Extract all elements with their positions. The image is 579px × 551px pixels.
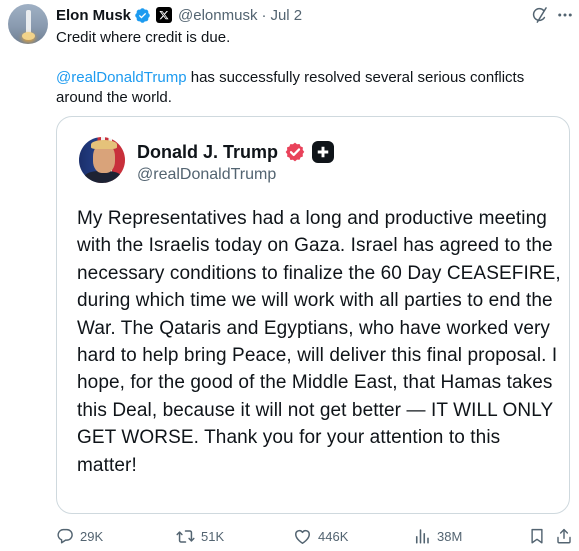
trump-avatar[interactable] xyxy=(79,137,125,183)
grok-icon[interactable] xyxy=(528,4,550,26)
action-bar: 29K 51K 446K 38M xyxy=(0,524,579,548)
tweet-date[interactable]: Jul 2 xyxy=(270,7,302,24)
quoted-author-handle[interactable]: @realDonaldTrump xyxy=(137,166,276,184)
mention-link[interactable]: @realDonaldTrump xyxy=(56,69,187,86)
views-icon xyxy=(415,529,429,544)
bookmark-icon xyxy=(531,528,543,544)
avatar-flame xyxy=(22,32,35,40)
view-count: 38M xyxy=(437,528,463,544)
truth-verified-badge-icon xyxy=(285,142,305,162)
reply-count: 29K xyxy=(80,528,104,544)
tweet-header: Elon Musk @elonmusk · Jul 2 xyxy=(56,5,302,25)
separator-dot: · xyxy=(261,6,267,24)
like-count: 446K xyxy=(318,528,349,544)
tweet-text-para2: @realDonaldTrump has successfully resolv… xyxy=(56,68,556,108)
repost-icon xyxy=(176,529,195,543)
more-icon[interactable] xyxy=(554,4,576,26)
views-button[interactable]: 38M xyxy=(413,524,462,548)
quoted-author-name[interactable]: Donald J. Trump xyxy=(137,142,278,163)
like-icon xyxy=(295,529,310,544)
repost-button[interactable]: 51K xyxy=(176,524,224,548)
verified-badge-icon xyxy=(135,7,150,23)
author-handle[interactable]: @elonmusk xyxy=(178,7,257,24)
reply-icon xyxy=(57,528,73,544)
bookmark-button[interactable] xyxy=(528,524,546,548)
avatar-rocket xyxy=(26,10,31,34)
like-button[interactable]: 446K xyxy=(293,524,348,548)
share-button[interactable] xyxy=(555,524,573,548)
quoted-post-text: My Representatives had a long and produc… xyxy=(77,208,561,476)
tweet-text-line1: Credit where credit is due. xyxy=(56,29,231,46)
quoted-name-row: Donald J. Trump xyxy=(137,140,335,164)
avatar-hair xyxy=(91,140,117,149)
x-affiliate-icon xyxy=(156,7,173,23)
reply-button[interactable]: 29K xyxy=(56,524,103,548)
share-icon xyxy=(557,528,571,544)
repost-count: 51K xyxy=(201,528,225,544)
truth-plus-icon xyxy=(312,141,335,163)
quoted-post-card[interactable]: Donald J. Trump @realDonaldTrump My Repr… xyxy=(56,116,570,514)
author-avatar[interactable] xyxy=(8,4,48,44)
author-name[interactable]: Elon Musk xyxy=(56,7,131,24)
